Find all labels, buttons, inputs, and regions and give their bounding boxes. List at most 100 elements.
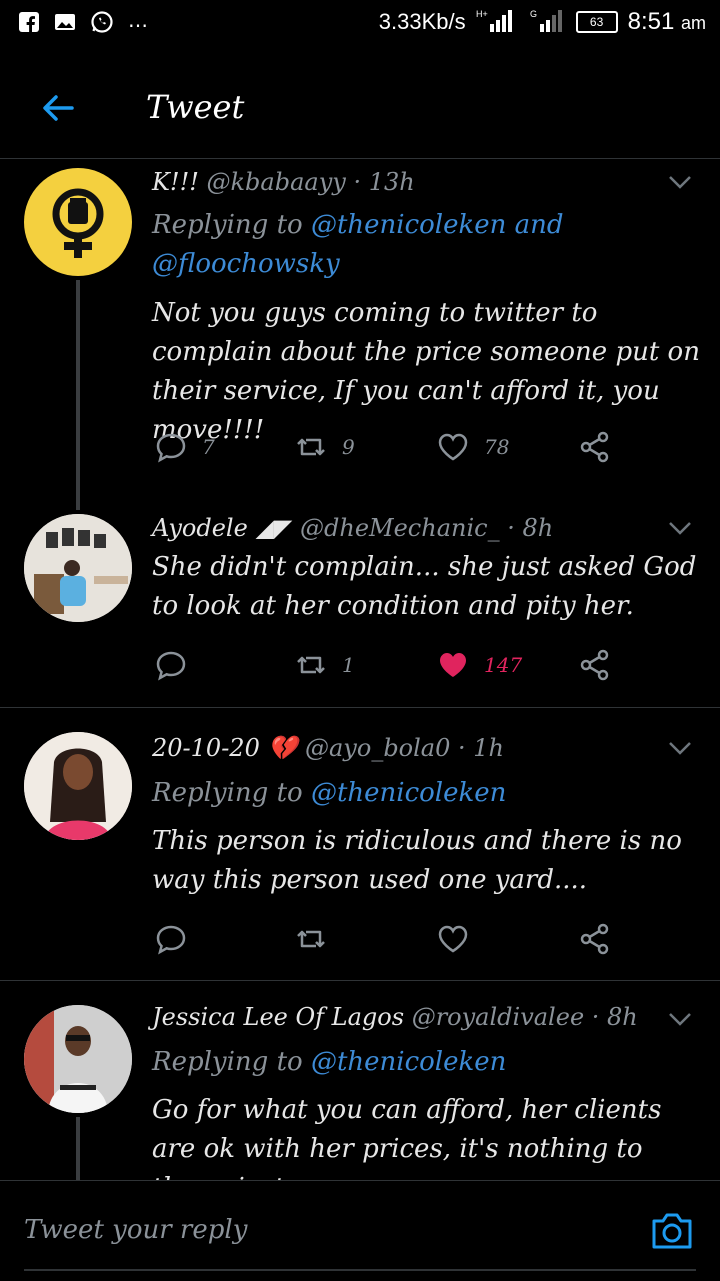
tweet[interactable]: Jessica Lee Of Lagos @royaldivalee · 8h … — [0, 981, 720, 1180]
user-handle[interactable]: @kbabaayy — [207, 168, 346, 196]
display-name[interactable]: Ayodele ◢◤ — [152, 514, 292, 542]
camera-icon — [652, 1213, 692, 1249]
top-app-bar: Tweet — [0, 60, 720, 159]
reply-icon — [156, 651, 186, 681]
like-count: 78 — [484, 435, 510, 459]
share-icon — [580, 431, 609, 463]
reply-icon — [156, 433, 186, 463]
reply-input[interactable]: Tweet your reply — [24, 1215, 247, 1245]
retweet-button[interactable]: 9 — [294, 430, 355, 464]
network-speed: 3.33Kb/s — [378, 9, 466, 34]
chevron-down-icon[interactable] — [668, 520, 692, 536]
more-icon: ⋯ — [128, 14, 148, 37]
clock-time: 8:51 — [627, 8, 675, 35]
reply-count: 7 — [202, 435, 215, 459]
tweet-actions: 7 9 78 — [152, 430, 622, 470]
tweet-time: · 1h — [458, 734, 505, 762]
tweet[interactable]: K!!! @kbabaayy · 13h Replying to @thenic… — [0, 160, 720, 510]
user-handle[interactable]: @dheMechanic_ — [300, 514, 500, 542]
replying-to-link[interactable]: @thenicoleken — [311, 1047, 506, 1077]
page-title: Tweet — [146, 88, 245, 126]
tweet-text: She didn't complain... she just asked Go… — [152, 552, 697, 621]
chevron-down-icon[interactable] — [668, 1011, 692, 1027]
heart-icon — [438, 433, 468, 461]
clock: 8:51 am — [628, 8, 706, 36]
battery-icon: 63 — [575, 11, 618, 33]
tweet-text: Not you guys coming to twitter to compla… — [152, 298, 700, 445]
svg-text:G: G — [530, 9, 537, 19]
tweet-meta: K!!! @kbabaayy · 13h — [152, 168, 415, 196]
status-bar: ⋯ 3.33Kb/s H+ G 63 8:51 am — [0, 0, 720, 50]
tweet-actions: 1 147 — [152, 648, 622, 688]
retweet-count: 9 — [342, 435, 355, 459]
share-button[interactable] — [578, 648, 612, 682]
retweet-button[interactable]: 1 — [294, 648, 355, 682]
tweet-time: · 8h — [591, 1003, 638, 1031]
facebook-icon — [18, 11, 40, 39]
reply-button[interactable] — [154, 648, 202, 682]
share-button[interactable] — [578, 922, 612, 956]
gallery-icon — [54, 11, 76, 39]
reply-button[interactable]: 7 — [154, 430, 215, 464]
retweet-icon — [297, 438, 325, 456]
retweet-button[interactable] — [294, 922, 342, 956]
replying-prefix: Replying to — [152, 778, 311, 808]
like-button[interactable]: 147 — [436, 648, 522, 682]
input-underline — [24, 1269, 696, 1271]
tweet-meta: Ayodele ◢◤ @dheMechanic_ · 8h — [152, 514, 553, 542]
tweet[interactable]: 20-10-20 💔 @ayo_bola0 · 1h Replying to @… — [0, 708, 720, 980]
share-icon — [580, 649, 609, 681]
profile-photo — [24, 514, 132, 622]
thread-line — [76, 1117, 80, 1180]
tweet-meta: Jessica Lee Of Lagos @royaldivalee · 8h — [152, 1003, 638, 1031]
heart-icon — [438, 925, 468, 953]
clock-ampm: am — [680, 13, 706, 33]
profile-photo — [24, 1005, 132, 1113]
svg-text:H+: H+ — [476, 9, 488, 19]
like-button[interactable]: 78 — [436, 430, 509, 464]
display-name[interactable]: K!!! — [152, 168, 199, 196]
thread-line — [76, 280, 80, 510]
chevron-down-icon[interactable] — [668, 174, 692, 190]
replying-to-link[interactable]: @thenicoleken — [311, 778, 506, 808]
display-name[interactable]: 20-10-20 💔 — [152, 734, 297, 762]
like-count: 147 — [484, 653, 523, 677]
tweet[interactable]: Ayodele ◢◤ @dheMechanic_ · 8h She didn't… — [0, 510, 720, 706]
back-button[interactable] — [38, 88, 78, 128]
heart-filled-icon — [440, 653, 466, 677]
chevron-down-icon[interactable] — [668, 740, 692, 756]
retweet-icon — [297, 656, 325, 674]
display-name[interactable]: Jessica Lee Of Lagos — [152, 1003, 404, 1031]
tweet-actions — [152, 922, 622, 962]
signal-sim1-icon: H+ — [476, 8, 516, 36]
avatar[interactable] — [24, 732, 132, 840]
user-handle[interactable]: @ayo_bola0 — [305, 734, 450, 762]
retweet-icon — [297, 930, 325, 948]
replying-to: Replying to @thenicoleken — [152, 774, 692, 813]
avatar[interactable] — [24, 514, 132, 622]
whatsapp-icon — [90, 10, 114, 40]
share-button[interactable] — [578, 430, 612, 464]
user-handle[interactable]: @royaldivalee — [412, 1003, 584, 1031]
replying-to: Replying to @thenicoleken — [152, 1043, 692, 1082]
replying-to: Replying to @thenicoleken and @floochows… — [152, 206, 692, 284]
reply-icon — [156, 925, 186, 955]
system-status: 3.33Kb/s H+ G 63 8:51 am — [379, 8, 706, 36]
reply-button[interactable] — [154, 922, 202, 956]
notification-icons: ⋯ — [18, 10, 148, 40]
reply-bar: Tweet your reply — [0, 1180, 720, 1281]
tweet-text: This person is ridiculous and there is n… — [152, 826, 682, 895]
camera-button[interactable] — [650, 1211, 694, 1251]
replying-prefix: Replying to — [152, 1047, 311, 1077]
avatar[interactable] — [24, 168, 132, 276]
feminist-fist-icon — [52, 188, 104, 258]
like-button[interactable] — [436, 922, 484, 956]
tweet-time: · 13h — [353, 168, 415, 196]
profile-photo — [24, 732, 132, 840]
tweet-text: Go for what you can afford, her clients … — [152, 1095, 662, 1180]
signal-sim2-icon: G — [526, 8, 566, 36]
avatar[interactable] — [24, 1005, 132, 1113]
retweet-count: 1 — [342, 653, 355, 677]
back-arrow-icon — [43, 95, 74, 121]
replying-prefix: Replying to — [152, 210, 311, 240]
